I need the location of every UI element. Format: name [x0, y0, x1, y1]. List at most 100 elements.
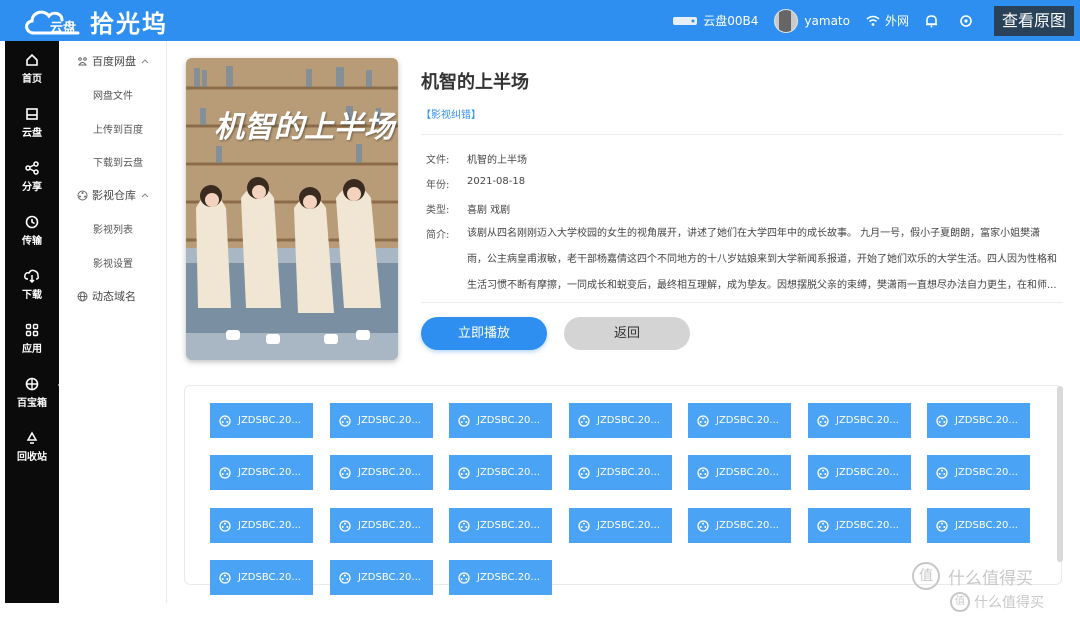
film-reel-icon [458, 466, 470, 479]
video-file-button[interactable]: JZDSBC.20... [210, 560, 313, 595]
network-label: 外网 [884, 14, 909, 28]
submenu-item-video-settings[interactable]: 影视设置 [93, 255, 133, 270]
main-nav: 首页 云盘 分享 传输 下载 应用 百宝箱 回收站 [5, 41, 65, 603]
video-file-button[interactable]: JZDSBC.20... [688, 508, 791, 543]
video-file-button[interactable]: JZDSBC.20... [210, 403, 313, 438]
video-file-button[interactable]: JZDSBC.20... [449, 508, 552, 543]
synopsis-line: 雨，公主病皇甫淑敏，老干部杨嘉倩这四个不同地方的十八岁姑娘来到大学新闻系报道，开… [467, 254, 1057, 265]
username: yamato [804, 13, 850, 28]
file-name: JZDSBC.20... [716, 520, 779, 531]
film-reel-icon [817, 466, 829, 479]
submenu-item-video-list[interactable]: 影视列表 [93, 221, 133, 236]
video-file-button[interactable]: JZDSBC.20... [330, 455, 433, 490]
synopsis: 该剧从四名刚刚迈入大学校园的女生的视角展开，讲述了她们在大学四年中的成长故事。 … [467, 221, 1063, 299]
file-name: JZDSBC.20... [836, 467, 899, 478]
nav-item-apps[interactable]: 应用 [5, 323, 59, 367]
play-now-button[interactable]: 立即播放 [421, 317, 547, 350]
film-reel-icon [817, 519, 829, 532]
nav-label: 下载 [22, 290, 42, 301]
submenu-baidu-header[interactable]: 百度网盘 [77, 53, 154, 69]
file-name: JZDSBC.20... [477, 572, 540, 583]
cloud-disk-icon [26, 108, 38, 120]
chevron-up-icon [141, 193, 149, 198]
file-name: JZDSBC.20... [238, 415, 301, 426]
movie-poster[interactable]: 机智的上半场 [186, 58, 398, 360]
video-file-button[interactable]: JZDSBC.20... [808, 455, 911, 490]
avatar [774, 8, 799, 33]
film-reel-icon [458, 571, 470, 584]
view-original-button[interactable]: 查看原图 [993, 5, 1074, 36]
scrollbar[interactable] [1057, 386, 1063, 562]
hard-drive-icon [673, 16, 698, 25]
file-name: JZDSBC.20... [358, 572, 421, 583]
file-name: JZDSBC.20... [597, 467, 660, 478]
video-file-button[interactable]: JZDSBC.20... [449, 455, 552, 490]
year-value: 2021-08-18 [467, 176, 526, 187]
film-reel-icon [219, 571, 231, 584]
device-selector[interactable]: 云盘00B4 [672, 12, 758, 29]
nav-item-download[interactable]: 下载 [5, 269, 59, 313]
video-file-button[interactable]: JZDSBC.20... [808, 403, 911, 438]
film-reel-icon [339, 414, 351, 427]
video-file-button[interactable]: JZDSBC.20... [330, 560, 433, 595]
film-reel-icon [219, 519, 231, 532]
device-name: 云盘00B4 [703, 14, 759, 28]
movie-title: 机智的上半场 [421, 72, 529, 93]
file-name: JZDSBC.20... [238, 467, 301, 478]
video-file-button[interactable]: JZDSBC.20... [449, 560, 552, 595]
logo-badge-text: 云盘 [50, 21, 77, 36]
video-file-button[interactable]: JZDSBC.20... [569, 455, 672, 490]
video-file-button[interactable]: JZDSBC.20... [688, 403, 791, 438]
nav-item-home[interactable]: 首页 [5, 53, 59, 97]
video-file-button[interactable]: JZDSBC.20... [927, 508, 1030, 543]
submenu-item-upload-baidu[interactable]: 上传到百度 [93, 121, 143, 136]
app-logo[interactable]: 云盘 拾光坞 [22, 5, 168, 38]
report-error-link[interactable]: 【影视纠错】 [421, 106, 481, 121]
film-reel-icon [219, 466, 231, 479]
video-file-button[interactable]: JZDSBC.20... [569, 403, 672, 438]
cloud-logo-icon: 云盘 [22, 5, 82, 37]
submenu-item-download-cloud[interactable]: 下载到云盘 [93, 154, 143, 169]
nav-item-toolbox[interactable]: 百宝箱 [5, 377, 59, 421]
video-file-button[interactable]: JZDSBC.20... [927, 455, 1030, 490]
file-name: JZDSBC.20... [358, 467, 421, 478]
app-name: 拾光坞 [90, 9, 168, 38]
file-value: 机智的上半场 [467, 155, 527, 166]
video-file-button[interactable]: JZDSBC.20... [330, 508, 433, 543]
top-bar: 云盘 拾光坞 云盘00B4 yamato 外网 查看原图 [0, 0, 1080, 41]
refresh-icon [960, 14, 972, 27]
network-status[interactable]: 外网 [866, 12, 909, 29]
file-name: JZDSBC.20... [597, 415, 660, 426]
watermark: 值 什么值得买 值 什么值得买 [912, 562, 1072, 616]
video-file-button[interactable]: JZDSBC.20... [449, 403, 552, 438]
home-icon [26, 53, 38, 66]
submenu-video-header[interactable]: 影视仓库 [77, 187, 154, 203]
nav-item-share[interactable]: 分享 [5, 161, 59, 205]
back-button[interactable]: 返回 [564, 317, 690, 350]
nav-item-transfer[interactable]: 传输 [5, 215, 59, 259]
video-file-button[interactable]: JZDSBC.20... [210, 455, 313, 490]
chevron-up-icon [141, 59, 149, 64]
globe-icon [77, 291, 88, 301]
video-file-button[interactable]: JZDSBC.20... [688, 455, 791, 490]
watermark-logo: 值 [912, 562, 940, 590]
download-icon [24, 269, 39, 283]
nav-label: 百宝箱 [17, 398, 47, 409]
notification-button[interactable] [925, 14, 943, 28]
video-file-button[interactable]: JZDSBC.20... [927, 403, 1030, 438]
file-name: JZDSBC.20... [238, 520, 301, 531]
film-reel-icon [458, 519, 470, 532]
video-file-button[interactable]: JZDSBC.20... [569, 508, 672, 543]
file-name: JZDSBC.20... [358, 415, 421, 426]
video-file-button[interactable]: JZDSBC.20... [210, 508, 313, 543]
submenu-item-netdisk-files[interactable]: 网盘文件 [93, 87, 133, 102]
nav-item-recycle[interactable]: 回收站 [5, 431, 59, 475]
user-menu[interactable]: yamato [774, 8, 850, 33]
video-file-button[interactable]: JZDSBC.20... [330, 403, 433, 438]
submenu-ddns-header[interactable]: 动态域名 [77, 288, 136, 304]
refresh-button[interactable] [959, 14, 978, 28]
file-name: JZDSBC.20... [716, 467, 779, 478]
nav-item-cloud[interactable]: 云盘 [5, 107, 59, 151]
submenu-video-title: 影视仓库 [92, 189, 136, 202]
video-file-button[interactable]: JZDSBC.20... [808, 508, 911, 543]
